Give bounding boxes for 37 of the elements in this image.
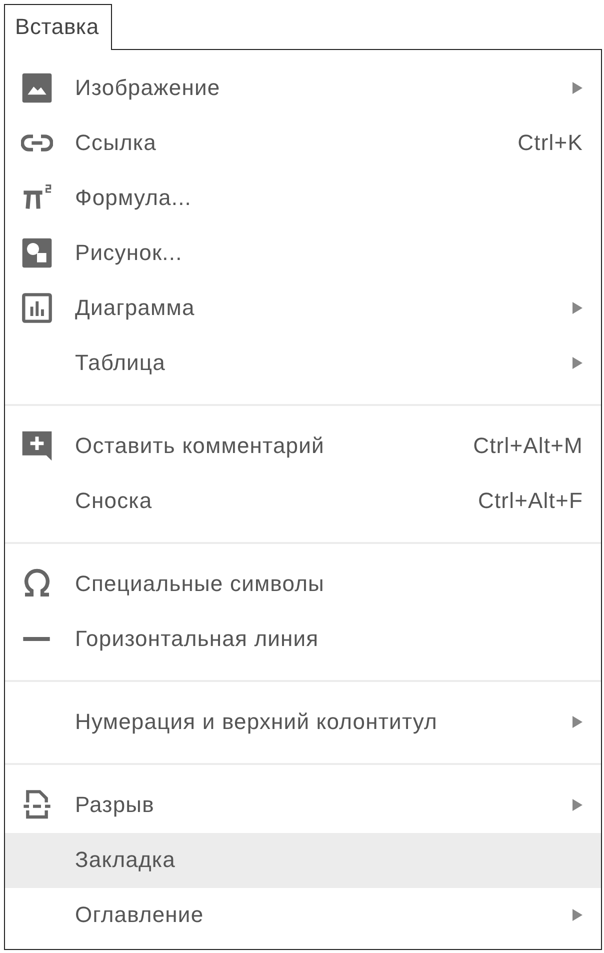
shortcut-label: Ctrl+Alt+F — [478, 488, 583, 514]
menu-item-label: Сноска — [75, 488, 154, 514]
menu-item[interactable]: Нумерация и верхний колонтитул — [5, 694, 601, 750]
menu-item-label: Горизонтальная линия — [75, 626, 320, 652]
menu-item-label: Формула... — [75, 185, 192, 211]
menu-item[interactable]: Специальные символы — [5, 556, 601, 612]
shortcut-label: Ctrl+Alt+M — [473, 433, 583, 459]
menu-item-label: Разрыв — [75, 792, 156, 818]
menu-item-label: Оглавление — [75, 902, 205, 928]
menu-item[interactable]: Сноска Ctrl+Alt+F — [5, 474, 601, 528]
menu-item[interactable]: Формула... — [5, 170, 601, 226]
menu-item-label: Закладка — [75, 847, 176, 873]
menu-item[interactable]: Оставить комментарий Ctrl+Alt+M — [5, 418, 601, 474]
shortcut-label: Ctrl+K — [518, 130, 583, 156]
menu-item[interactable]: Ссылка Ctrl+K — [5, 116, 601, 170]
shapes-icon — [21, 237, 53, 269]
menu-item-label: Диаграмма — [75, 295, 196, 321]
menu-item-label: Таблица — [75, 350, 166, 376]
menu-item[interactable]: Таблица — [5, 336, 601, 390]
menu-item-label: Изображение — [75, 75, 222, 101]
menu-item[interactable]: Горизонтальная линия — [5, 612, 601, 666]
menu-item-label: Нумерация и верхний колонтитул — [75, 709, 438, 735]
menu-item[interactable]: Оглавление — [5, 888, 601, 942]
menu-item-label: Рисунок... — [75, 240, 184, 266]
page-break-icon — [21, 789, 53, 821]
menu-item[interactable]: Закладка — [5, 832, 601, 888]
menu-item[interactable]: Рисунок... — [5, 226, 601, 280]
bar-chart-icon — [21, 292, 53, 324]
menu-item-label: Ссылка — [75, 130, 158, 156]
image-icon — [21, 72, 53, 104]
menu-item[interactable]: Разрыв — [5, 778, 601, 832]
menu-item[interactable]: Диаграмма — [5, 280, 601, 336]
menu-tab[interactable]: Вставка — [4, 4, 112, 50]
menu-item-label: Оставить комментарий — [75, 433, 326, 459]
menu-item-label: Специальные символы — [75, 571, 326, 597]
menu-item[interactable]: Изображение — [5, 60, 601, 116]
add-comment-icon — [21, 430, 53, 462]
